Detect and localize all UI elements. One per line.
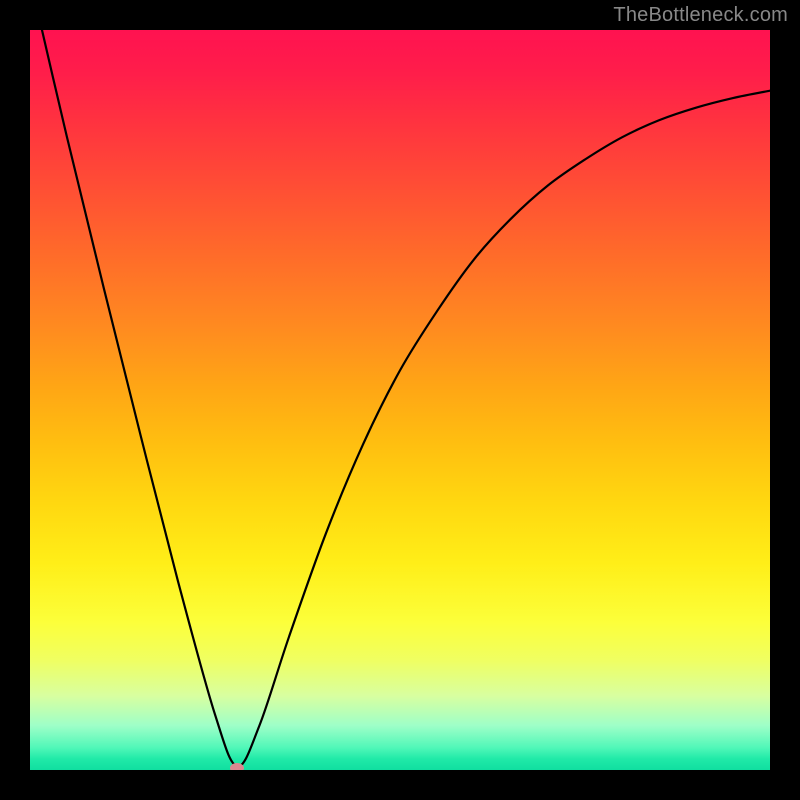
minimum-point-marker — [230, 763, 244, 770]
plot-area — [30, 30, 770, 770]
watermark-text: TheBottleneck.com — [613, 4, 788, 27]
chart-frame: TheBottleneck.com — [0, 0, 800, 800]
curve-svg — [30, 30, 770, 770]
bottleneck-curve — [30, 30, 770, 766]
